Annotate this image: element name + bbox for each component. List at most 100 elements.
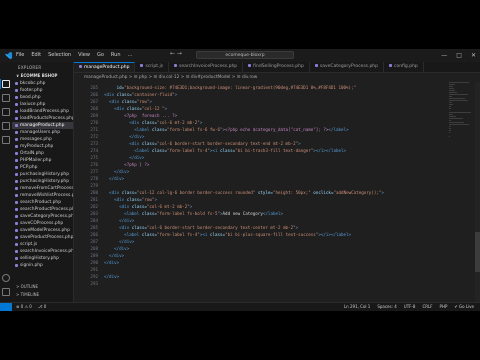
status-item[interactable]: PHP <box>440 303 448 311</box>
file-item[interactable]: PCP.php <box>12 164 73 171</box>
line-number: 275 <box>90 155 98 160</box>
status-item[interactable]: Ln 291, Col 1 <box>344 303 370 311</box>
account-icon[interactable] <box>2 274 10 282</box>
file-item[interactable]: saveCOProcess.php <box>12 220 73 227</box>
file-item[interactable]: searchProduct.php <box>12 199 73 206</box>
code-line: <div class="col-6 mt-2 mb-2"> <box>104 120 203 125</box>
file-item[interactable]: searchProductProcess.php <box>12 206 73 213</box>
code-line: </div> <box>104 239 135 244</box>
file-item[interactable]: bxod.php <box>12 94 73 101</box>
minimize-icon[interactable]: — <box>441 49 447 62</box>
editor-tab[interactable]: searchInvoiceProcess.php <box>169 62 244 72</box>
line-number: 271 <box>90 127 98 132</box>
close-icon[interactable]: ✕ <box>471 49 476 62</box>
maximize-icon[interactable]: □ <box>456 49 462 62</box>
code-line: </div> <box>104 246 130 251</box>
line-number: 292 <box>90 274 98 279</box>
code-line: <label class="form-label fs-6 fw-6"><?ph… <box>104 127 349 132</box>
extensions-icon[interactable] <box>2 136 10 144</box>
file-item[interactable]: sellingHistory.php <box>12 255 73 262</box>
code-content[interactable]: id="background-size: #74E3D1;background-… <box>104 84 384 287</box>
editor-tab[interactable]: findSellingProcess.php <box>243 62 310 72</box>
code-line: </div> <box>104 218 135 223</box>
status-item[interactable]: Spaces: 4 <box>377 303 396 311</box>
line-number: 288 <box>90 246 98 251</box>
outline-section[interactable]: > OUTLINE <box>16 284 38 289</box>
status-item[interactable]: ⊗ 0 ⚠ 0 <box>16 303 32 311</box>
file-item[interactable]: loadBrandProcess.php <box>12 108 73 115</box>
status-item[interactable]: UTF-8 <box>404 303 416 311</box>
menu-more[interactable]: … <box>128 49 133 62</box>
tab-label: findSellingProcess.php <box>253 64 304 69</box>
menu-view[interactable]: View <box>78 49 90 62</box>
line-number: 273 <box>90 141 98 146</box>
code-editor[interactable]: 265 266 267 268 269 270 271 272 273 274 275 276 277 2… <box>74 82 480 302</box>
status-item[interactable]: CRLF <box>422 303 432 311</box>
vertical-scrollbar[interactable] <box>475 82 480 302</box>
menu-selection[interactable]: Selection <box>48 49 71 62</box>
code-line: id="background-size: #74E3D1;background-… <box>104 85 357 90</box>
explorer-icon[interactable] <box>2 80 10 88</box>
file-item[interactable]: script.js <box>12 241 73 248</box>
file-item[interactable]: PHPMailer.php <box>12 157 73 164</box>
line-number: 276 <box>90 162 98 167</box>
file-item[interactable]: messages.php <box>12 136 73 143</box>
line-number: 277 <box>90 169 98 174</box>
file-item[interactable]: manageProduct.php <box>12 122 73 129</box>
workspace-root[interactable]: ∨ ECOMME BSHOP <box>16 73 57 78</box>
code-line: <div class="col-12 "> <box>104 106 168 111</box>
line-number: 289 <box>90 253 98 258</box>
line-number: 278 <box>90 176 98 181</box>
file-item[interactable]: removeWishlistProcess.php <box>12 192 73 199</box>
file-item[interactable]: loadProductsProcess.php <box>12 115 73 122</box>
menu-edit[interactable]: Edit <box>31 49 41 62</box>
file-item[interactable]: saveProductProcess.php <box>12 234 73 241</box>
command-center[interactable]: ecomeque-bloxrp <box>196 51 294 59</box>
code-line: <div class="col-12 col-lg-6 border borde… <box>104 190 384 195</box>
file-item[interactable]: removeFromCartProcess.php <box>12 185 73 192</box>
line-number: 284 <box>90 218 98 223</box>
file-item[interactable]: saveCategoryProcess.php <box>12 213 73 220</box>
line-number: 267 <box>90 99 98 104</box>
file-item[interactable]: bkcobc.php <box>12 80 73 87</box>
code-line: <label class="form-label fs-bold fs-5">A… <box>104 211 284 216</box>
file-item[interactable]: OrtalN.php <box>12 150 73 157</box>
editor-tab[interactable]: saveCategoryProcess.php <box>310 62 385 72</box>
file-item[interactable]: signin.php <box>12 262 73 269</box>
code-line: <label class="form-label fs-4"><i class=… <box>104 148 347 153</box>
gear-icon[interactable] <box>2 288 10 296</box>
source-control-icon[interactable] <box>2 108 10 116</box>
file-item[interactable]: laxiuce.php <box>12 101 73 108</box>
file-item[interactable]: saveModelProcess.php <box>12 227 73 234</box>
minimap[interactable] <box>449 82 471 202</box>
file-item[interactable]: manageUsers.php <box>12 129 73 136</box>
status-item[interactable]: ⎇ 0 <box>38 303 46 311</box>
file-list: bkcobc.php footer.php bxod.php laxiuce.php l… <box>12 80 73 269</box>
breadcrumb[interactable]: manageProduct.php > ☰ php > ☰ div.col-12… <box>84 75 257 80</box>
code-line: <div class="row"> <box>104 197 157 202</box>
status-item[interactable]: ✔ Go Live <box>454 303 474 311</box>
nav-arrows[interactable]: ← → <box>170 50 182 57</box>
vscode-window: File Edit Selection View Go Run … ← → ec… <box>0 49 480 311</box>
menu-run[interactable]: Run <box>111 49 121 62</box>
search-icon[interactable] <box>2 94 10 102</box>
file-item[interactable]: myProduct.php <box>12 143 73 150</box>
file-item[interactable]: footer.php <box>12 87 73 94</box>
code-line: </div> <box>104 155 145 160</box>
code-line: <div class="row"> <box>104 99 152 104</box>
editor-tab[interactable]: config.php <box>384 62 424 72</box>
file-item[interactable]: purchasingHistory.php <box>12 171 73 178</box>
file-item[interactable]: purchasingHistory.php <box>12 178 73 185</box>
menu-go[interactable]: Go <box>97 49 104 62</box>
timeline-section[interactable]: > TIMELINE <box>16 292 39 297</box>
editor-tab[interactable]: manageProduct.php <box>74 62 136 72</box>
menu-file[interactable]: File <box>16 49 24 62</box>
scrollbar-thumb[interactable] <box>475 232 480 272</box>
file-item[interactable]: searchInvoiceProcess.php <box>12 248 73 255</box>
run-debug-icon[interactable] <box>2 122 10 130</box>
editor-tab[interactable]: script.js <box>135 62 170 72</box>
code-line: <div class="container-fluid"> <box>104 92 178 97</box>
line-number: 290 <box>90 260 98 265</box>
remote-indicator-icon[interactable] <box>0 303 12 311</box>
status-right: Ln 291, Col 1 Spaces: 4 UTF-8 CRLF PHP ✔ Go L… <box>344 303 474 311</box>
